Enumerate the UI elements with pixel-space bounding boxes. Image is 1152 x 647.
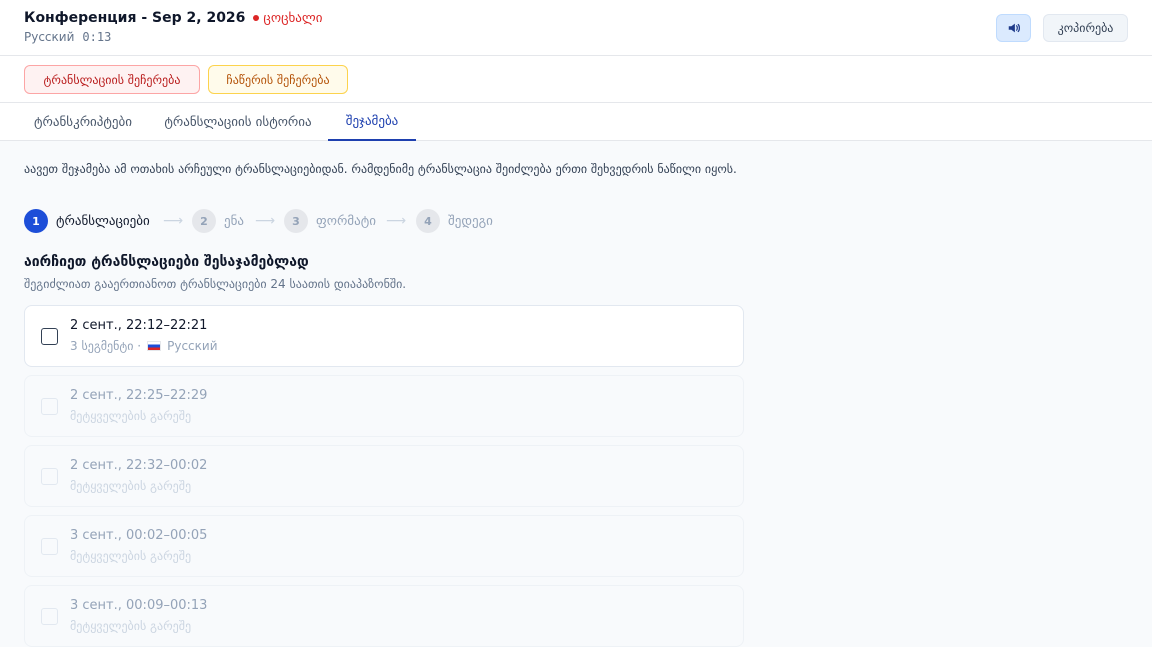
session-timer: 0:13 (82, 30, 112, 44)
session-info: Русский 0:13 (24, 30, 111, 44)
step-4: 4 შედეგი (416, 209, 493, 233)
action-bar: ტრანსლაციის შეჩერება ჩაწერის შეჩერება (0, 56, 1152, 103)
step-2: 2 ენა (192, 209, 244, 233)
live-dot-icon (253, 15, 260, 21)
session-checkbox (41, 398, 58, 415)
session-time: 3 сент., 00:02–00:05 (70, 528, 208, 543)
session-checkbox (41, 608, 58, 625)
title-row: Конференция - Sep 2, 2026 ცოცხალი (24, 10, 322, 26)
session-segments: 3 სეგმენტი · (70, 339, 142, 353)
session-time: 2 сент., 22:12–22:21 (70, 318, 208, 333)
session-language: Русский (167, 339, 218, 353)
step-3: 3 ფორმატი (284, 209, 376, 233)
session-note: მეტყველების გარეშე (70, 549, 192, 563)
session-time: 2 сент., 22:32–00:02 (70, 458, 208, 473)
tab-summary[interactable]: შეჯამება (328, 103, 416, 141)
session-card: 3 сент., 00:09–00:13 მეტყველების გარეშე (24, 585, 744, 647)
step-4-number: 4 (416, 209, 440, 233)
session-meta: 3 სეგმენტი · Русский (70, 339, 218, 353)
tab-translation-history[interactable]: ტრანსლაციის ისტორია (150, 103, 326, 141)
stop-recording-button[interactable]: ჩაწერის შეჩერება (208, 65, 348, 94)
step-3-label: ფორმატი (316, 213, 376, 229)
session-note: მეტყველების გარეშე (70, 409, 192, 423)
session-language: Русский (24, 30, 75, 44)
session-card: 2 сент., 22:25–22:29 მეტყველების გარეშე (24, 375, 744, 437)
step-3-number: 3 (284, 209, 308, 233)
summary-intro: აავეთ შეჯამება ამ ოთახის არჩეული ტრანსლა… (24, 162, 737, 176)
session-time: 2 сент., 22:25–22:29 (70, 388, 208, 403)
live-status: ცოცხალი (253, 11, 322, 26)
section-title: აირჩიეთ ტრანსლაციები შესაჯამებლად (24, 254, 309, 270)
session-checkbox[interactable] (41, 328, 58, 345)
step-2-number: 2 (192, 209, 216, 233)
session-card: 2 сент., 22:32–00:02 მეტყველების გარეშე (24, 445, 744, 507)
page-title: Конференция - Sep 2, 2026 (24, 10, 246, 26)
session-card[interactable]: 2 сент., 22:12–22:21 3 სეგმენტი · Русски… (24, 305, 744, 367)
session-checkbox (41, 468, 58, 485)
audio-toggle-button[interactable] (996, 14, 1031, 42)
session-note: მეტყველების გარეშე (70, 619, 192, 633)
step-arrow-icon: ⟶ (255, 213, 276, 229)
stepper: 1 ტრანსლაციები ⟶ 2 ენა ⟶ 3 ფორმატი ⟶ 4 შ… (24, 209, 744, 234)
speaker-icon (1008, 23, 1020, 33)
step-1: 1 ტრანსლაციები (24, 209, 150, 233)
live-label: ცოცხალი (263, 10, 323, 26)
app-header: Конференция - Sep 2, 2026 ცოცხალი Русски… (0, 0, 1152, 56)
russia-flag-icon (147, 341, 162, 351)
session-card: 3 сент., 00:02–00:05 მეტყველების გარეშე (24, 515, 744, 577)
step-arrow-icon: ⟶ (386, 213, 407, 229)
step-1-number: 1 (24, 209, 48, 233)
step-arrow-icon: ⟶ (163, 213, 184, 229)
step-4-label: შედეგი (448, 213, 493, 229)
step-1-label: ტრანსლაციები (56, 213, 150, 229)
section-hint: შეგიძლიათ გააერთიანოთ ტრანსლაციები 24 სა… (24, 277, 407, 291)
session-checkbox (41, 538, 58, 555)
session-note: მეტყველების გარეშე (70, 479, 192, 493)
tab-transcripts[interactable]: ტრანსკრიპტები (18, 103, 148, 141)
step-2-label: ენა (224, 213, 244, 229)
tab-bar: ტრანსკრიპტები ტრანსლაციის ისტორია შეჯამე… (0, 103, 1152, 141)
copy-button[interactable]: კოპირება (1043, 14, 1128, 42)
stop-translation-button[interactable]: ტრანსლაციის შეჩერება (24, 65, 200, 94)
session-time: 3 сент., 00:09–00:13 (70, 598, 208, 613)
